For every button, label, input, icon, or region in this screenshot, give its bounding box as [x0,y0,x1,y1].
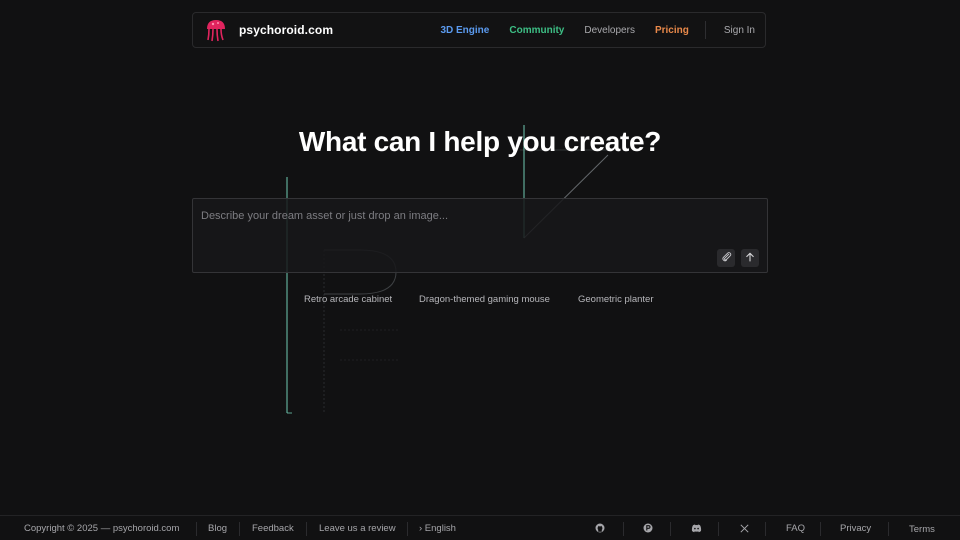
footer-copyright: Copyright © 2025 — psychoroid.com [24,523,180,534]
footer-divider [765,522,766,536]
footer-divider [239,522,240,536]
footer-divider [196,522,197,536]
footer-divider [670,522,671,536]
sign-in-link[interactable]: Sign In [724,25,755,36]
github-icon[interactable] [594,522,606,534]
nav-community[interactable]: Community [509,25,564,36]
suggestion-geometric-planter[interactable]: Geometric planter [578,294,654,305]
nav-3d-engine[interactable]: 3D Engine [440,25,489,36]
language-selector[interactable]: › English [419,523,456,534]
nav-pricing[interactable]: Pricing [655,25,689,36]
footer-divider [888,522,889,536]
nav-links: 3D Engine Community Developers Pricing S… [440,13,755,47]
suggestion-dragon-gaming-mouse[interactable]: Dragon-themed gaming mouse [419,294,550,305]
brand-name: psychoroid.com [239,23,334,37]
top-navbar: psychoroid.com 3D Engine Community Devel… [192,12,766,48]
nav-divider [704,21,706,39]
prompt-box [192,198,768,273]
suggestion-retro-arcade-cabinet[interactable]: Retro arcade cabinet [304,294,392,305]
prompt-input[interactable] [201,207,701,225]
footer-review-link[interactable]: Leave us a review [319,523,396,534]
paperclip-icon [721,249,732,267]
discord-icon[interactable] [690,522,702,534]
footer-privacy-link[interactable]: Privacy [840,523,871,534]
page-title: What can I help you create? [298,126,662,157]
brand-home-link[interactable]: psychoroid.com [205,18,333,42]
footer-faq-link[interactable]: FAQ [786,523,805,534]
footer-terms-link[interactable]: Terms [909,524,935,535]
page: psychoroid.com 3D Engine Community Devel… [0,0,960,540]
x-icon[interactable] [738,522,750,534]
footer: Copyright © 2025 — psychoroid.com Blog F… [0,515,960,540]
footer-divider [623,522,624,536]
footer-blog-link[interactable]: Blog [208,523,227,534]
footer-divider [718,522,719,536]
suggestion-chips: Retro arcade cabinet Dragon-themed gamin… [0,294,960,308]
send-button[interactable] [741,249,759,267]
nav-developers[interactable]: Developers [584,25,635,36]
attach-button[interactable] [717,249,735,267]
jellyfish-logo-icon [205,18,227,42]
arrow-up-icon [745,249,755,267]
footer-divider [306,522,307,536]
product-hunt-icon[interactable] [642,522,654,534]
footer-divider [820,522,821,536]
footer-feedback-link[interactable]: Feedback [252,523,294,534]
footer-divider [407,522,408,536]
